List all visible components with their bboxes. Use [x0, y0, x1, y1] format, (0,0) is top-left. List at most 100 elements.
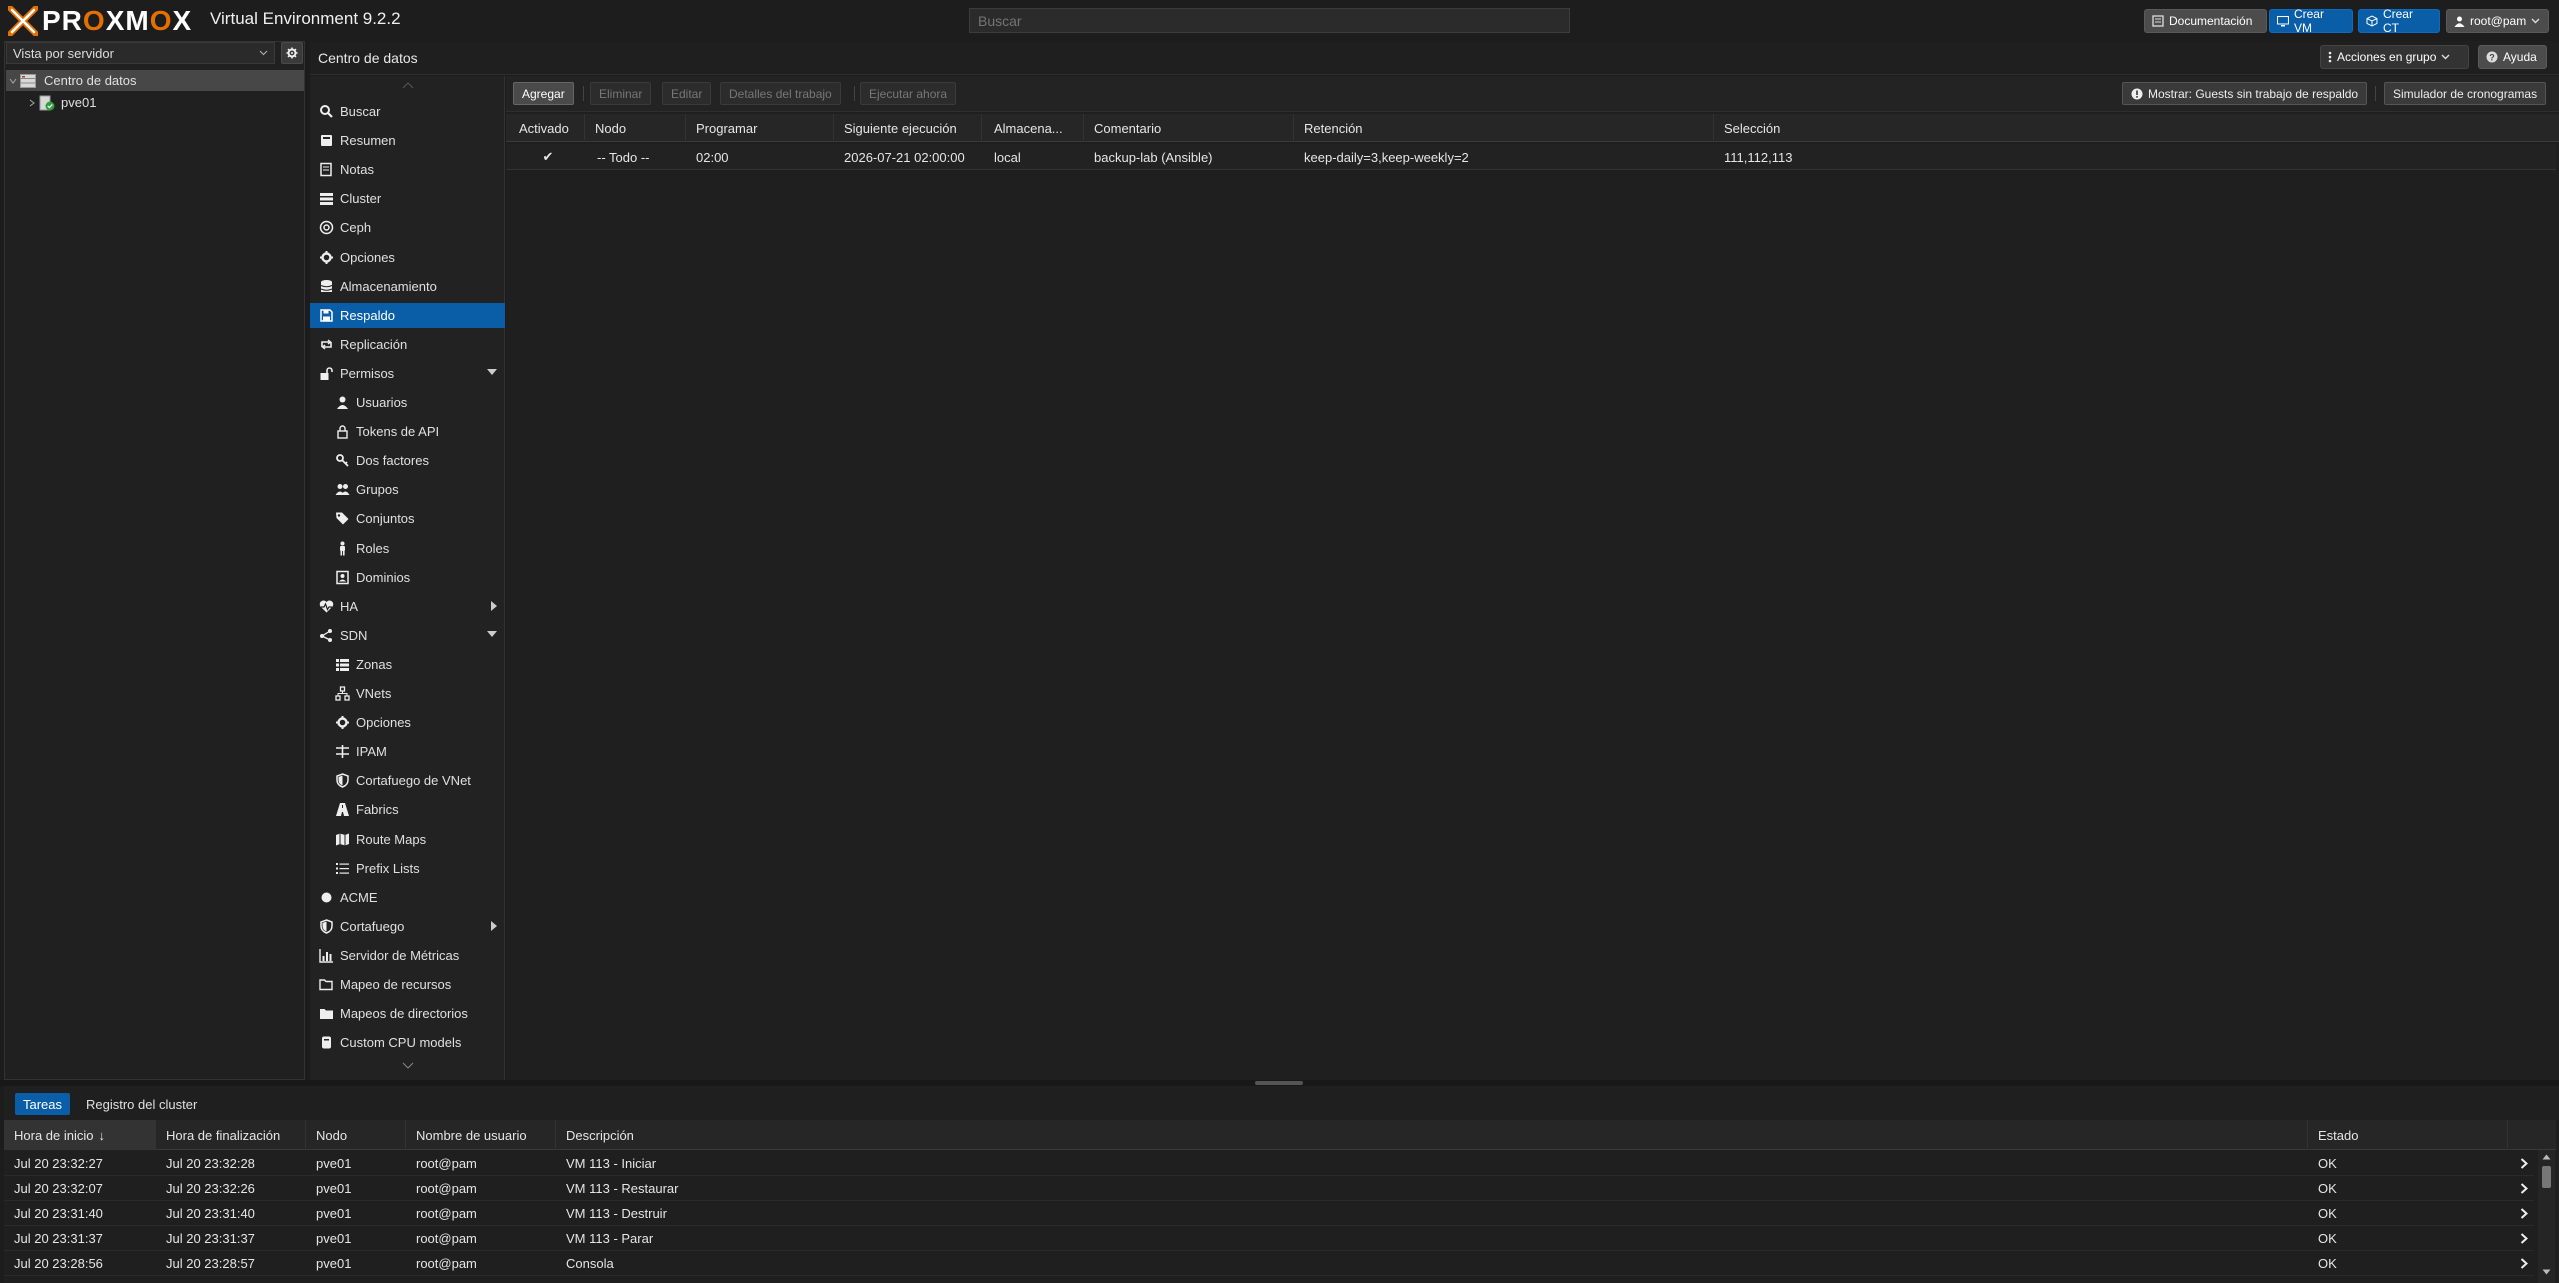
create-ct-button[interactable]: Crear CT	[2358, 7, 2440, 35]
nav-item-zonas[interactable]: Zonas	[310, 652, 505, 677]
documentation-button[interactable]: Documentación	[2144, 9, 2267, 33]
nav-item-mapeos-de-directorios[interactable]: Mapeos de directorios	[310, 1001, 505, 1026]
tree-settings-button[interactable]	[281, 42, 303, 64]
collapse-arrow-icon[interactable]	[9, 77, 17, 85]
nav-item-grupos[interactable]: Grupos	[310, 477, 505, 502]
scrollbar-thumb[interactable]	[2542, 1166, 2551, 1188]
column-header-description[interactable]: Descripción	[556, 1120, 2308, 1150]
nav-item-ipam[interactable]: IPAM	[310, 739, 505, 764]
nav-item-resumen[interactable]: Resumen	[310, 128, 505, 153]
nav-item-prefix-lists[interactable]: Prefix Lists	[310, 856, 505, 881]
nav-item-replicación[interactable]: Replicación	[310, 332, 505, 357]
add-button[interactable]: Agregar	[513, 82, 574, 105]
nav-item-permisos[interactable]: Permisos	[310, 361, 505, 386]
exclamation-circle-icon	[2131, 88, 2143, 99]
job-details-button[interactable]: Detalles del trabajo	[720, 82, 841, 105]
task-detail-chevron-icon[interactable]	[2520, 1183, 2528, 1194]
nav-item-almacenamiento[interactable]: Almacenamiento	[310, 274, 505, 299]
collapse-arrow-icon[interactable]	[487, 631, 497, 637]
column-header-node[interactable]: Nodo	[587, 114, 686, 142]
th-list-icon	[334, 657, 350, 673]
nav-item-cortafuego[interactable]: Cortafuego	[310, 914, 505, 939]
user-menu-button[interactable]: root@pam	[2446, 9, 2549, 33]
nav-item-notas[interactable]: Notas	[310, 157, 505, 182]
view-selector[interactable]: Vista por servidor	[6, 42, 275, 64]
collapse-arrow-icon[interactable]	[487, 369, 497, 375]
nav-item-cortafuego-de-vnet[interactable]: Cortafuego de VNet	[310, 768, 505, 793]
road-icon	[334, 802, 350, 818]
cell-username: root@pam	[416, 1231, 477, 1246]
show-guests-without-backup-button[interactable]: Mostrar: Guests sin trabajo de respaldo	[2122, 82, 2368, 105]
nav-item-route-maps[interactable]: Route Maps	[310, 827, 505, 852]
run-now-button[interactable]: Ejecutar ahora	[860, 82, 957, 105]
column-header-storage[interactable]: Almacena...	[986, 114, 1084, 142]
scroll-down-icon[interactable]	[402, 1062, 414, 1069]
nav-item-label: Permisos	[340, 366, 395, 381]
tab-cluster-log[interactable]: Registro del cluster	[78, 1093, 205, 1115]
nav-item-vnets[interactable]: VNets	[310, 681, 505, 706]
scroll-up-icon[interactable]	[2542, 1154, 2551, 1160]
nav-item-mapeo-de-recursos[interactable]: Mapeo de recursos	[310, 972, 505, 997]
column-header-schedule[interactable]: Programar	[688, 114, 834, 142]
task-detail-chevron-icon[interactable]	[2520, 1233, 2528, 1244]
book-icon	[2152, 15, 2164, 27]
cell-description: VM 113 - Restaurar	[566, 1181, 679, 1196]
expand-arrow-icon[interactable]	[491, 601, 497, 611]
edit-button[interactable]: Editar	[662, 82, 712, 105]
column-header-enabled[interactable]: Activado	[511, 114, 585, 142]
nav-item-dos-factores[interactable]: Dos factores	[310, 448, 505, 473]
help-button[interactable]: ? Ayuda	[2478, 45, 2547, 69]
tree-node-datacenter[interactable]: Centro de datos	[6, 70, 304, 91]
nav-item-sdn[interactable]: SDN	[310, 623, 505, 648]
nav-item-label: IPAM	[356, 744, 387, 759]
task-detail-chevron-icon[interactable]	[2520, 1208, 2528, 1219]
nav-item-conjuntos[interactable]: Conjuntos	[310, 506, 505, 531]
scroll-up-icon[interactable]	[402, 82, 414, 89]
create-vm-button[interactable]: Crear VM	[2269, 7, 2353, 35]
search-input[interactable]	[969, 8, 1570, 33]
column-header-selection[interactable]: Selección	[1716, 114, 2556, 142]
tree-label-datacenter: Centro de datos	[44, 73, 137, 88]
column-header-end-time[interactable]: Hora de finalización	[156, 1120, 306, 1150]
nav-item-buscar[interactable]: Buscar	[310, 99, 505, 124]
tab-tasks[interactable]: Tareas	[15, 1093, 71, 1115]
nav-item-roles[interactable]: Roles	[310, 536, 505, 561]
nav-item-opciones[interactable]: Opciones	[310, 710, 505, 735]
cell-comment: backup-lab (Ansible)	[1094, 149, 1213, 165]
cube-icon	[2366, 15, 2378, 27]
task-scrollbar[interactable]	[2538, 1150, 2555, 1283]
nav-item-usuarios[interactable]: Usuarios	[310, 390, 505, 415]
expand-arrow-icon[interactable]	[28, 99, 36, 107]
nav-item-ha[interactable]: HA	[310, 594, 505, 619]
column-header-status[interactable]: Estado	[2308, 1120, 2508, 1150]
nav-item-cluster[interactable]: Cluster	[310, 186, 505, 211]
nav-item-dominios[interactable]: Dominios	[310, 565, 505, 590]
tree-node-pve01[interactable]: pve01	[6, 92, 304, 113]
nav-item-tokens-de-api[interactable]: Tokens de API	[310, 419, 505, 444]
nav-item-ceph[interactable]: Ceph	[310, 215, 505, 240]
column-header-comment[interactable]: Comentario	[1086, 114, 1294, 142]
help-label: Ayuda	[2503, 50, 2537, 64]
question-circle-icon: ?	[2486, 51, 2498, 63]
nav-item-servidor-de-métricas[interactable]: Servidor de Métricas	[310, 943, 505, 968]
nav-item-acme[interactable]: ACME	[310, 885, 505, 910]
nav-item-opciones[interactable]: Opciones	[310, 245, 505, 270]
nav-item-respaldo[interactable]: Respaldo	[310, 303, 505, 328]
expand-arrow-icon[interactable]	[491, 921, 497, 931]
nav-item-label: Opciones	[340, 250, 395, 265]
schedule-simulator-button[interactable]: Simulador de cronogramas	[2384, 82, 2547, 105]
nav-item-fabrics[interactable]: Fabrics	[310, 797, 505, 822]
task-detail-chevron-icon[interactable]	[2520, 1158, 2528, 1169]
column-header-node[interactable]: Nodo	[306, 1120, 406, 1150]
column-header-username[interactable]: Nombre de usuario	[406, 1120, 556, 1150]
bulk-actions-button[interactable]: Acciones en grupo	[2320, 45, 2469, 69]
scroll-down-icon[interactable]	[2542, 1269, 2551, 1275]
remove-button[interactable]: Eliminar	[590, 82, 652, 105]
proxmox-logo[interactable]: PROXMOX	[8, 5, 192, 37]
task-detail-chevron-icon[interactable]	[2520, 1258, 2528, 1269]
column-header-next-run[interactable]: Siguiente ejecución	[836, 114, 982, 142]
column-header-retention[interactable]: Retención	[1296, 114, 1714, 142]
nav-item-custom-cpu-models[interactable]: Custom CPU models	[310, 1030, 505, 1055]
column-header-start-time[interactable]: Hora de inicio ↓	[4, 1120, 156, 1150]
splitter-handle[interactable]	[1255, 1081, 1303, 1085]
